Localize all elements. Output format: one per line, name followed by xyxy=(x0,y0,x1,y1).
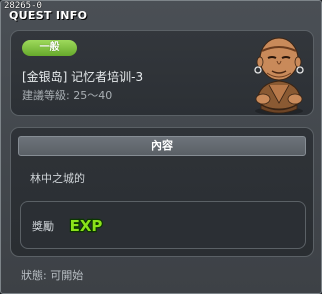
quest-name: [金银岛] 记忆者培训-3 xyxy=(22,70,144,84)
npc-portrait-icon xyxy=(254,37,304,115)
quest-category-badge: 一般 xyxy=(22,40,77,56)
content-text: 林中之城的 xyxy=(30,172,85,185)
quest-level-range: 建議等級: 25～40 xyxy=(22,89,113,102)
exp-icon-text: EXP xyxy=(70,217,103,235)
window-title: QUEST INFO xyxy=(9,9,88,22)
reward-box: 獎勵 EXP xyxy=(20,201,306,249)
quest-summary-panel: 一般 [金银岛] 记忆者培训-3 建議等級: 25～40 xyxy=(10,30,314,116)
exp-icon: EXP xyxy=(68,216,103,236)
reward-label: 獎勵 xyxy=(32,220,54,233)
quest-info-window: 28265-0 QUEST INFO 一般 [金银岛] 记忆者培训-3 建議等級… xyxy=(0,0,322,294)
content-header: 內容 xyxy=(18,136,306,156)
quest-status: 狀態: 可開始 xyxy=(21,269,84,282)
quest-content-panel: 內容 林中之城的 獎勵 EXP xyxy=(10,127,314,257)
